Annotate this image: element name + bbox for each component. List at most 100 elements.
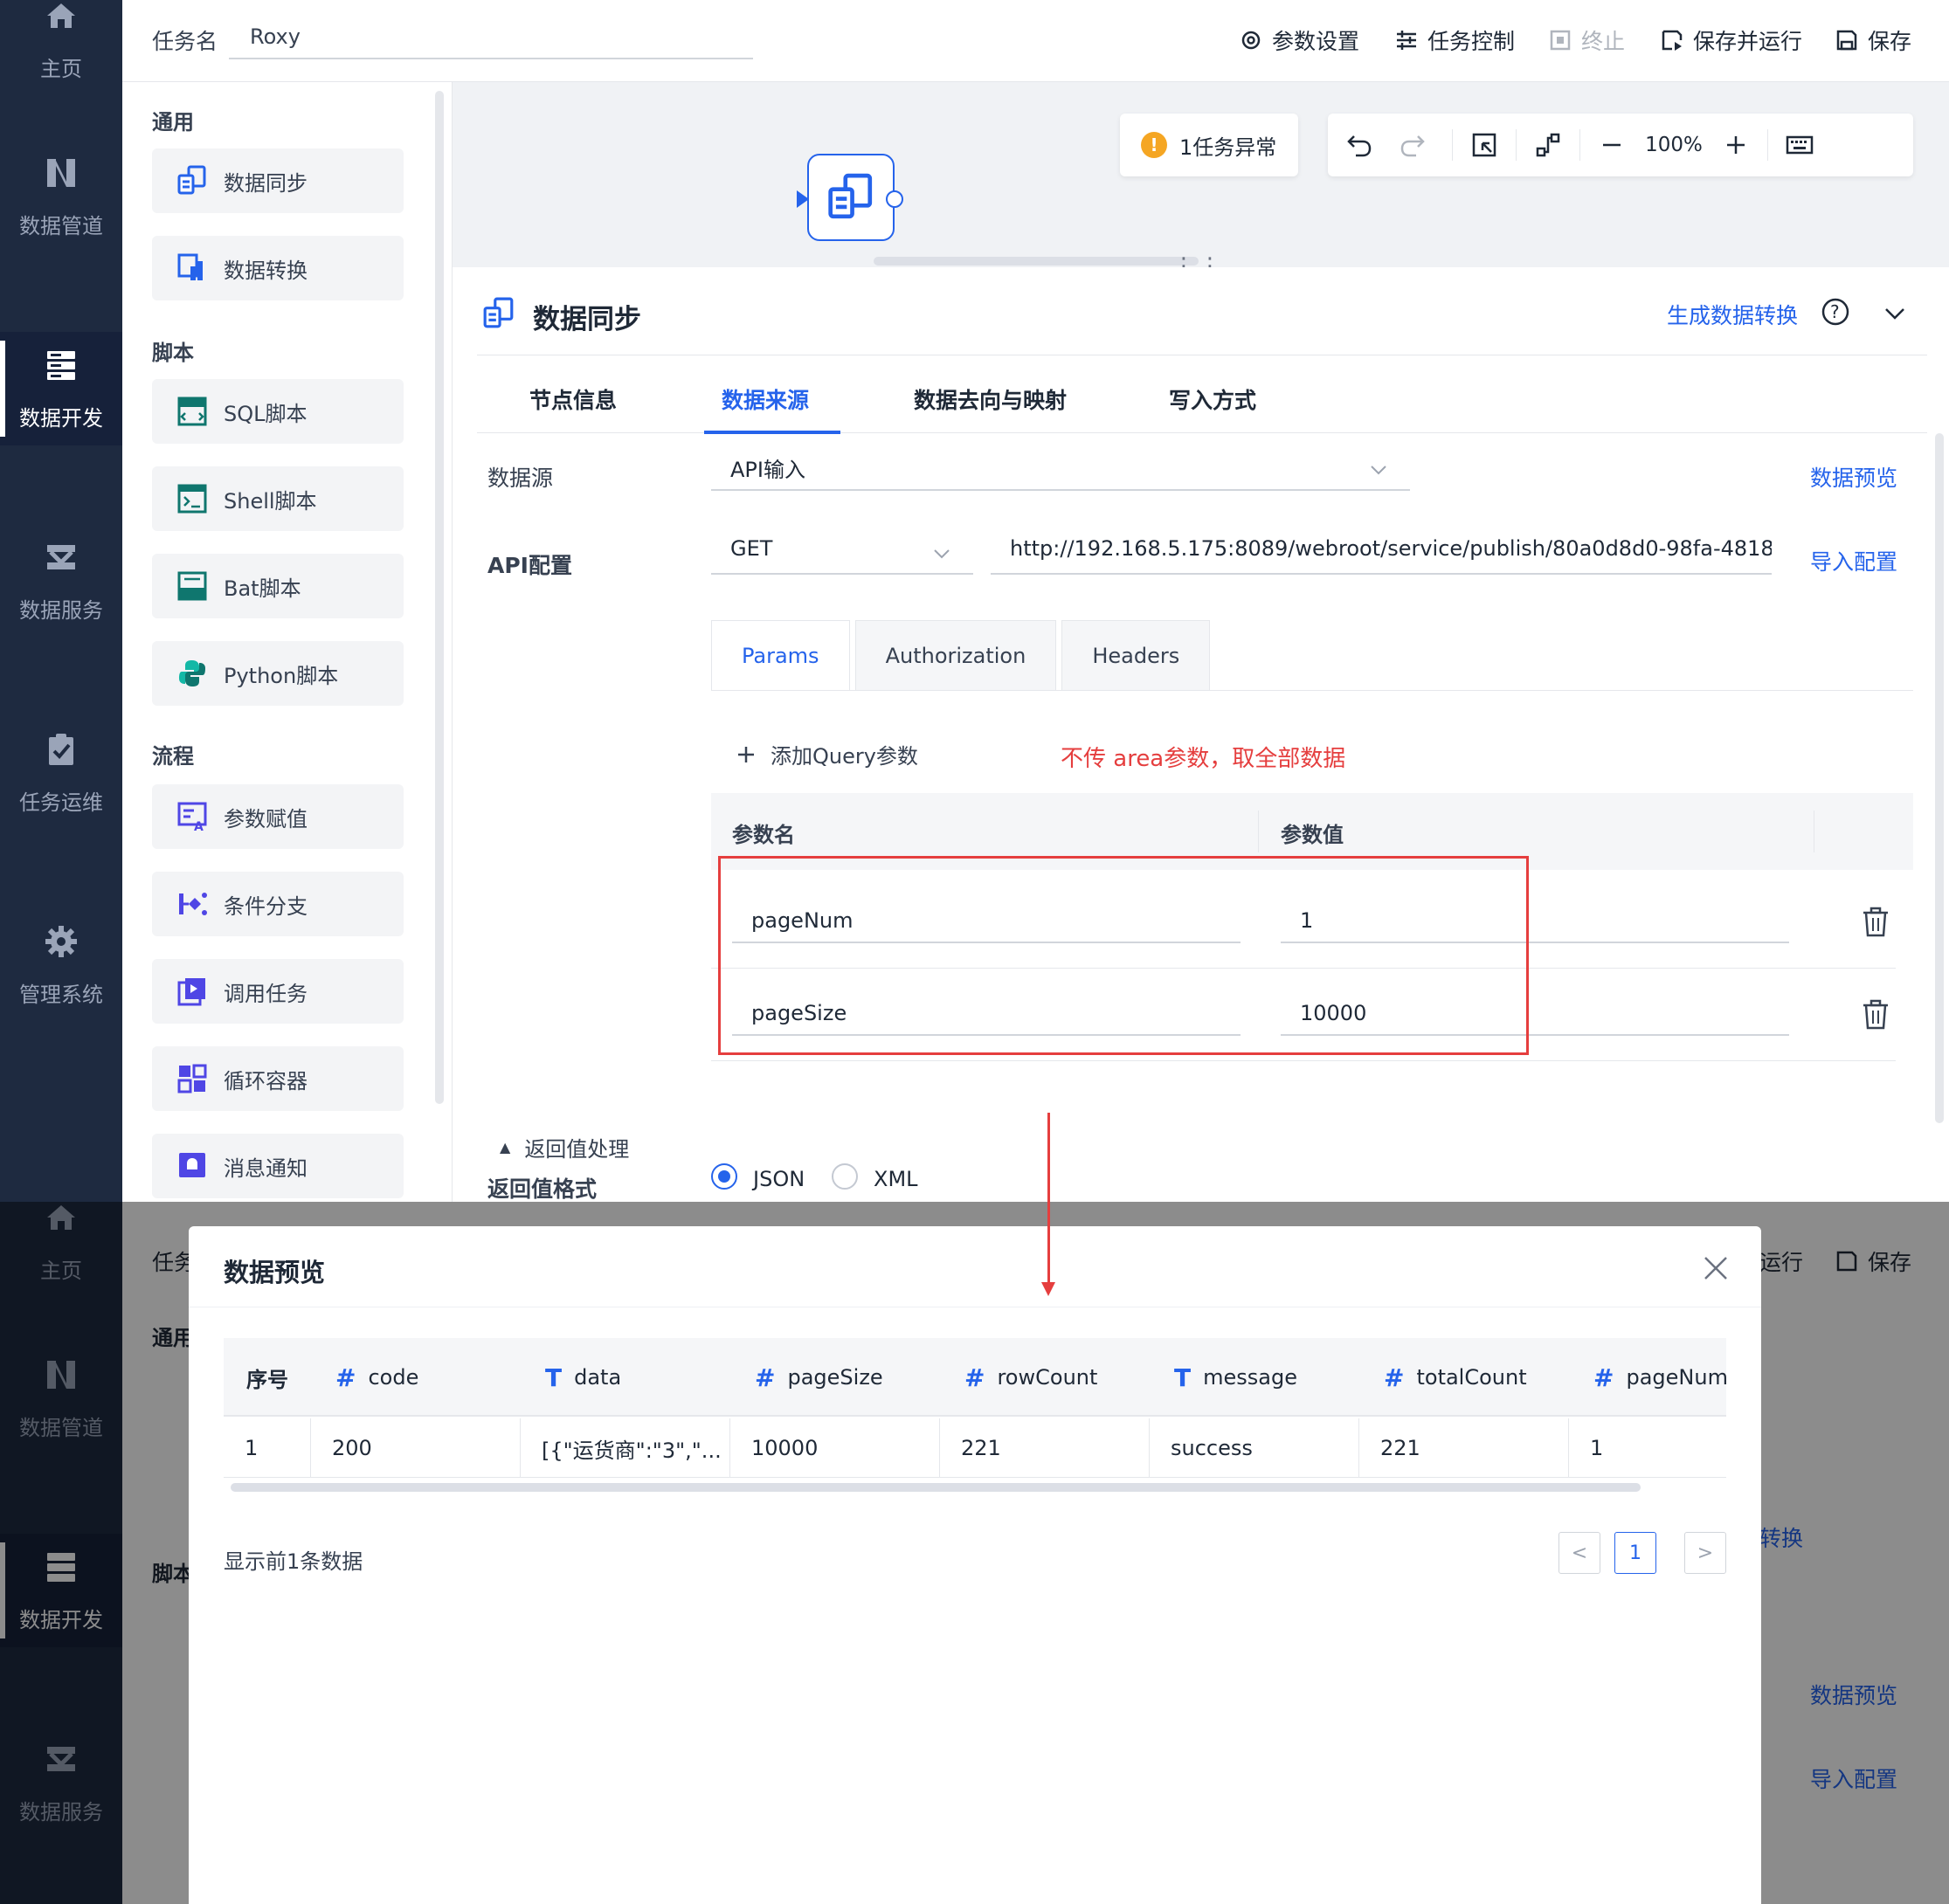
column-header: # pageNum <box>1593 1338 1728 1417</box>
table-horizontal-scrollbar[interactable] <box>231 1483 1641 1492</box>
canvas-scrollbar[interactable] <box>874 257 1199 266</box>
nav-item-ops[interactable]: 任务运维 <box>0 716 122 830</box>
data-transform-icon <box>176 252 208 284</box>
node-input-port[interactable] <box>797 190 809 208</box>
palette-item-label: 数据同步 <box>224 170 308 196</box>
config-scrollbar[interactable] <box>1935 433 1944 1123</box>
tab-authorization[interactable]: Authorization <box>854 620 1057 690</box>
palette-item-label: Python脚本 <box>224 663 339 688</box>
trash-icon[interactable] <box>1861 907 1890 938</box>
table-row[interactable]: 1 200 [{"运货商":"3","... 10000 221 success… <box>224 1418 1726 1478</box>
palette-item-shell[interactable]: Shell脚本 <box>152 466 404 531</box>
undo-icon[interactable] <box>1328 114 1391 176</box>
column-header: 序号 <box>246 1338 288 1417</box>
chevron-down-icon <box>934 549 950 559</box>
branch-icon <box>176 888 208 920</box>
config-tabs: 节点信息 数据来源 数据去向与映射 写入方式 <box>477 355 1927 434</box>
row-count-footer: 显示前1条数据 <box>224 1549 363 1574</box>
json-radio-label: JSON <box>753 1167 805 1191</box>
palette-item-data-transform[interactable]: 数据转换 <box>152 236 404 300</box>
pipeline-icon <box>43 155 79 191</box>
task-control-button[interactable]: 任务控制 <box>1394 23 1515 58</box>
active-tab-indicator <box>704 431 840 434</box>
flow-canvas[interactable]: ! 1任务异常 100% ⋮⋮ <box>453 82 1949 279</box>
api-url-input[interactable]: http://192.168.5.175:8089/webroot/servic… <box>991 531 1772 575</box>
tab-destination-mapping[interactable]: 数据去向与映射 <box>914 383 1067 415</box>
trash-icon[interactable] <box>1861 999 1890 1031</box>
nav-item-system[interactable]: 管理系统 <box>0 908 122 1022</box>
import-config-link[interactable]: 导入配置 <box>1810 545 1897 576</box>
loop-container-icon <box>176 1063 208 1094</box>
palette-item-loop[interactable]: 循环容器 <box>152 1046 404 1111</box>
palette-item-call-task[interactable]: 调用任务 <box>152 959 404 1024</box>
chevron-left-icon: < <box>1571 1542 1588 1564</box>
palette-item-param-assign[interactable]: A 参数赋值 <box>152 784 404 849</box>
nav-item-development[interactable]: 数据开发 <box>0 332 122 445</box>
palette-item-data-sync[interactable]: 数据同步 <box>152 148 404 213</box>
column-label: rowCount <box>997 1365 1098 1390</box>
component-palette: 通用 数据同步 数据转换 脚本 SQL脚本 Shell脚本 Bat脚本 Pyth… <box>122 82 453 1202</box>
task-warning-badge[interactable]: ! 1任务异常 <box>1120 114 1298 176</box>
task-name-input[interactable]: Roxy <box>229 19 753 59</box>
bat-icon <box>176 570 208 602</box>
section-flow: 流程 <box>152 744 194 769</box>
palette-item-python[interactable]: Python脚本 <box>152 641 404 706</box>
palette-item-branch[interactable]: 条件分支 <box>152 872 404 936</box>
prev-page-button[interactable]: < <box>1559 1532 1600 1574</box>
save-icon <box>1836 30 1857 51</box>
palette-item-bat[interactable]: Bat脚本 <box>152 554 404 618</box>
json-radio[interactable] <box>711 1163 737 1190</box>
help-icon[interactable]: ? <box>1821 297 1850 327</box>
data-sync-icon <box>828 173 873 219</box>
tab-params[interactable]: Params <box>711 620 850 690</box>
nav-item-service[interactable]: 数据服务 <box>0 524 122 638</box>
column-header: Tdata <box>545 1338 621 1417</box>
data-sync-node[interactable] <box>797 154 903 241</box>
tab-headers[interactable]: Headers <box>1061 620 1211 690</box>
button-label: 终止 <box>1581 29 1626 54</box>
chevron-down-icon[interactable] <box>1882 300 1908 327</box>
column-label: pageNum <box>1626 1365 1728 1390</box>
tab-node-info[interactable]: 节点信息 <box>529 383 617 415</box>
next-page-button[interactable]: > <box>1684 1532 1726 1574</box>
auto-layout-icon[interactable] <box>1517 114 1579 176</box>
nav-item-home[interactable]: 主页 <box>0 0 122 96</box>
api-sub-tabs: Params Authorization Headers <box>711 620 1211 690</box>
zoom-in-icon[interactable] <box>1704 114 1767 176</box>
http-method-select[interactable]: GET <box>711 531 973 575</box>
page-number-button[interactable]: 1 <box>1614 1532 1656 1574</box>
palette-scrollbar[interactable] <box>435 91 444 1104</box>
stop-button[interactable]: 终止 <box>1548 23 1625 58</box>
editor-screen: 主页 数据管道 数据开发 数据服务 任务运维 管理系统 任务名 Roxy 参数设… <box>0 0 1949 1202</box>
save-button[interactable]: 保存 <box>1835 23 1911 58</box>
nav-item-pipeline[interactable]: 数据管道 <box>0 140 122 253</box>
data-preview-link[interactable]: 数据预览 <box>1810 461 1897 493</box>
api-config-label: API配置 <box>487 553 572 578</box>
sql-icon <box>176 396 208 427</box>
tab-write-mode[interactable]: 写入方式 <box>1169 383 1256 415</box>
palette-item-notify[interactable]: 消息通知 <box>152 1134 404 1198</box>
save-and-run-button[interactable]: 保存并运行 <box>1660 23 1802 58</box>
datasource-select[interactable]: API输入 <box>711 447 1410 491</box>
text-type-icon: T <box>1174 1362 1192 1392</box>
bell-icon <box>176 1150 208 1182</box>
preview-screen: 主页 数据管道 数据开发 数据服务 任务 通用 脚本 运行 保存 转换 数据预览… <box>0 1202 1949 1904</box>
tab-data-source[interactable]: 数据来源 <box>722 383 809 415</box>
table-cell: 10000 <box>730 1418 940 1478</box>
add-query-param-button[interactable]: 添加Query参数 <box>736 739 918 769</box>
palette-item-sql[interactable]: SQL脚本 <box>152 379 404 444</box>
xml-radio[interactable] <box>832 1163 858 1190</box>
redo-icon[interactable] <box>1391 114 1434 176</box>
fit-view-icon[interactable] <box>1453 114 1516 176</box>
palette-item-label: SQL脚本 <box>224 401 308 426</box>
annotation-arrow <box>1047 1113 1050 1202</box>
zoom-out-icon[interactable] <box>1580 114 1643 176</box>
generate-transform-link[interactable]: 生成数据转换 <box>1667 299 1798 330</box>
close-icon[interactable] <box>1700 1252 1731 1284</box>
column-header: # rowCount <box>964 1338 1097 1417</box>
keyboard-icon[interactable] <box>1768 114 1831 176</box>
node-output-port[interactable] <box>886 190 903 208</box>
gear-icon <box>43 923 79 960</box>
return-value-section-toggle[interactable]: ▲ 返回值处理 <box>500 1132 629 1162</box>
params-settings-button[interactable]: 参数设置 <box>1239 23 1359 58</box>
